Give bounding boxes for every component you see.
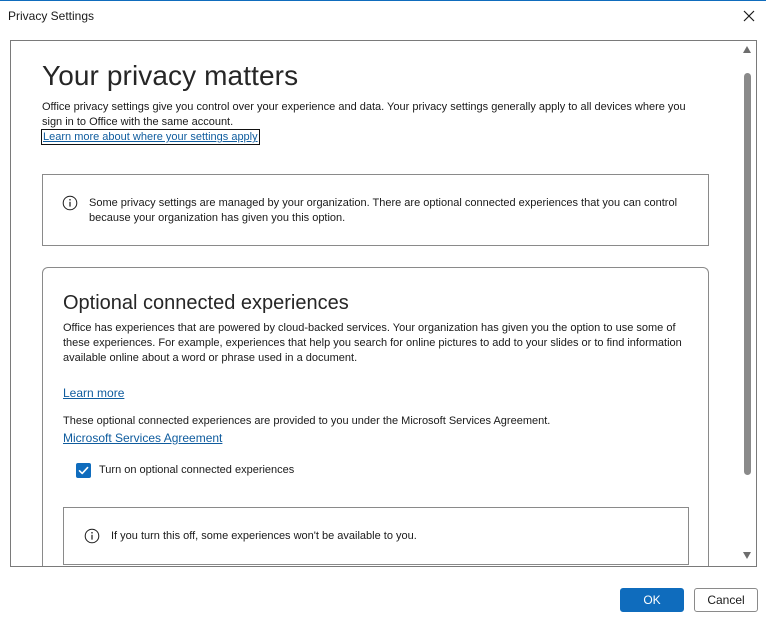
scrollbar-thumb[interactable] — [744, 73, 751, 475]
close-icon — [743, 10, 755, 22]
page-title: Your privacy matters — [42, 60, 299, 91]
checkbox-label[interactable]: Turn on optional connected experiences — [99, 464, 294, 476]
msa-text: These optional connected experiences are… — [63, 415, 551, 427]
vertical-scrollbar[interactable] — [740, 41, 756, 566]
info-icon — [84, 528, 100, 544]
cancel-button[interactable]: Cancel — [694, 588, 758, 612]
optional-experiences-checkbox[interactable] — [76, 463, 91, 478]
managed-notice-text: Some privacy settings are managed by you… — [89, 197, 678, 224]
section-title: Optional connected experiences — [63, 292, 349, 314]
ok-button[interactable]: OK — [620, 588, 684, 612]
close-button[interactable] — [736, 3, 762, 29]
scroll-down-arrow-icon[interactable] — [743, 552, 751, 559]
turn-off-warning: If you turn this off, some experiences w… — [63, 507, 689, 565]
managed-notice: Some privacy settings are managed by you… — [42, 174, 709, 246]
scrollable-content[interactable]: Your privacy matters Office privacy sett… — [11, 41, 740, 566]
window-title: Privacy Settings — [8, 9, 95, 23]
intro-text: Office privacy settings give you control… — [42, 101, 686, 128]
settings-content-frame: Your privacy matters Office privacy sett… — [10, 40, 757, 567]
title-bar: Privacy Settings — [0, 1, 766, 31]
msa-link[interactable]: Microsoft Services Agreement — [63, 431, 222, 445]
scroll-up-arrow-icon[interactable] — [743, 46, 751, 53]
learn-more-link[interactable]: Learn more — [63, 386, 124, 400]
settings-apply-link[interactable]: Learn more about where your settings app… — [41, 129, 260, 145]
info-icon — [62, 195, 78, 211]
check-icon — [78, 466, 89, 475]
warning-text: If you turn this off, some experiences w… — [111, 530, 417, 542]
section-description: Office has experiences that are powered … — [63, 322, 682, 364]
optional-experiences-card: Optional connected experiences Office ha… — [42, 267, 709, 566]
